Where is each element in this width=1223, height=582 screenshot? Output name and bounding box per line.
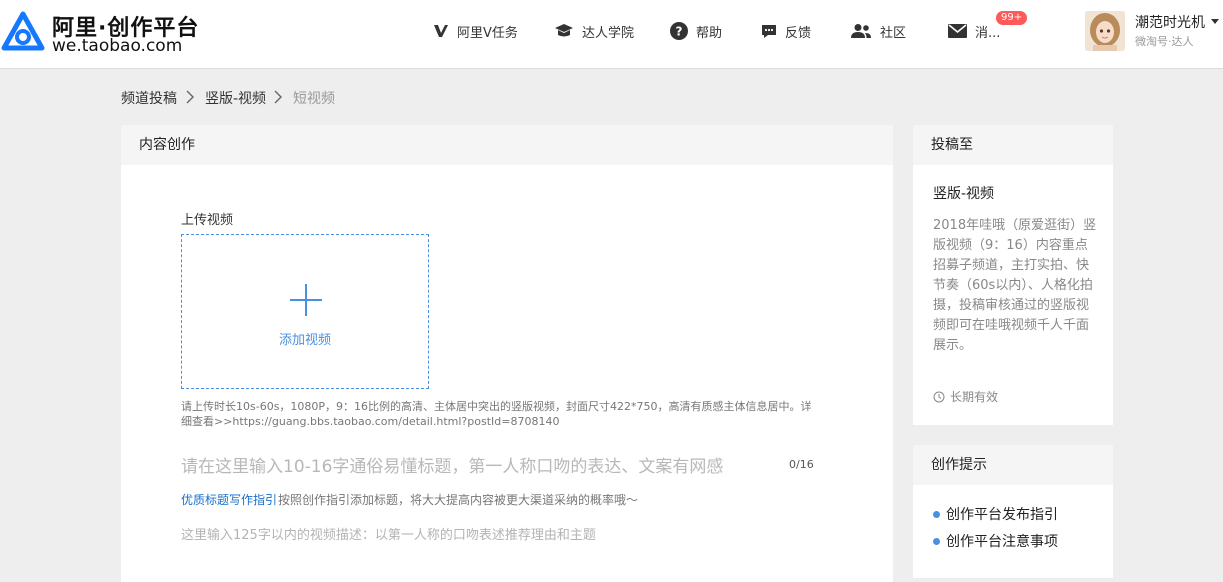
message-count-badge: 99+: [996, 11, 1028, 25]
channel-name: 竖版-视频: [933, 186, 995, 202]
user-role: 微淘号·达人: [1135, 35, 1194, 48]
tip-link-publish-guide[interactable]: 创作平台发布指引: [933, 504, 1058, 524]
nav-item-feedback[interactable]: 反馈: [761, 0, 811, 62]
v-task-icon: [433, 24, 449, 38]
feedback-icon: [761, 24, 777, 39]
submit-to-title: 投稿至: [913, 125, 1113, 165]
graduation-cap-icon: [554, 23, 574, 39]
nav-item-academy[interactable]: 达人学院: [554, 0, 634, 62]
logo-icon: [1, 11, 45, 51]
bullet-dot-icon: [933, 537, 940, 545]
bullet-dot-icon: [933, 510, 940, 518]
nav-item-label: 达人学院: [582, 25, 635, 41]
title-guide-text: 按照创作指引添加标题，将大大提高内容被更大渠道采纳的概率哦～: [278, 493, 639, 507]
svg-text:?: ?: [676, 25, 683, 39]
nav-item-label: 阿里V任务: [457, 25, 518, 41]
mail-icon: [948, 24, 967, 38]
question-icon: ?: [670, 22, 688, 40]
content-creation-card: 内容创作 上传视频 添加视频 请上传时长10s-60s，1080P，9：16比例…: [121, 125, 893, 582]
logo-subtitle: we.taobao.com: [52, 36, 183, 56]
channel-description: 2018年哇哦（原爱逛街）竖版视频（9：16）内容重点招募子频道，主打实拍、快节…: [933, 218, 1097, 353]
chevron-right-icon: [186, 90, 194, 104]
tip-label: 创作平台注意事项: [946, 534, 1058, 550]
nav-item-label: 帮助: [696, 25, 723, 41]
description-input[interactable]: [181, 525, 781, 545]
nav-item-label: 社区: [880, 25, 907, 41]
add-video-label: 添加视频: [278, 333, 331, 348]
validity: 长期有效: [933, 388, 998, 405]
chevron-down-icon[interactable]: [1211, 19, 1219, 24]
title-guide-link[interactable]: 优质标题写作指引: [181, 491, 277, 508]
chevron-right-icon: [274, 90, 282, 104]
breadcrumb-item-vertical-video[interactable]: 竖版-视频: [205, 88, 266, 108]
upload-hint: 请上传时长10s-60s，1080P，9：16比例的高清、主体居中突出的竖版视频…: [181, 400, 812, 428]
section-title: 内容创作: [121, 125, 893, 165]
validity-label: 长期有效: [950, 390, 999, 404]
logo[interactable]: 阿里·创作平台 we.taobao.com: [0, 6, 200, 56]
tip-label: 创作平台发布指引: [946, 507, 1058, 523]
upload-label: 上传视频: [181, 213, 234, 228]
avatar[interactable]: [1085, 11, 1125, 51]
user-name[interactable]: 潮范时光机: [1135, 12, 1205, 32]
breadcrumb-item-channel[interactable]: 频道投稿: [121, 88, 177, 108]
nav-item-label: 反馈: [785, 25, 812, 41]
creation-tips-title: 创作提示: [913, 445, 1113, 485]
plus-icon-vertical: [305, 284, 307, 316]
submit-to-card: 投稿至 竖版-视频 2018年哇哦（原爱逛街）竖版视频（9：16）内容重点招募子…: [913, 125, 1113, 425]
creation-tips-card: 创作提示 创作平台发布指引 创作平台注意事项: [913, 445, 1113, 578]
breadcrumb-item-current: 短视频: [293, 91, 335, 107]
top-header: 阿里·创作平台 we.taobao.com 阿里V任务 达人学院 ? 帮助 反馈…: [0, 0, 1223, 69]
clock-icon: [933, 391, 945, 402]
nav-item-label: 消...: [975, 25, 1001, 41]
nav-item-messages[interactable]: 消...: [948, 0, 1000, 62]
title-input[interactable]: [181, 454, 771, 480]
add-video-button[interactable]: 添加视频: [181, 234, 429, 389]
nav-item-help[interactable]: ? 帮助: [670, 0, 722, 62]
community-icon: [850, 23, 872, 39]
title-char-counter: 0/16: [789, 458, 814, 471]
nav-item-v-task[interactable]: 阿里V任务: [433, 0, 518, 62]
tip-link-notes[interactable]: 创作平台注意事项: [933, 531, 1058, 551]
nav-item-community[interactable]: 社区: [850, 0, 906, 62]
